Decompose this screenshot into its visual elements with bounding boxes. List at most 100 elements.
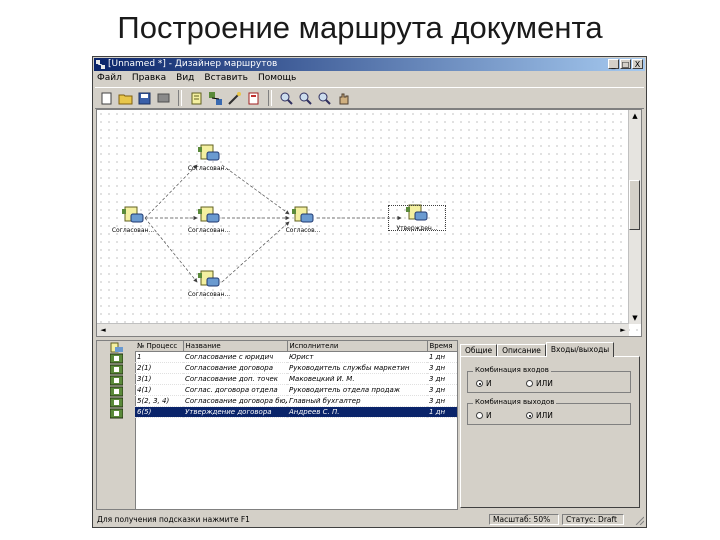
inputs-combination-group: Комбинация входов И ИЛИ	[467, 366, 631, 393]
radio-outputs-or[interactable]: ИЛИ	[526, 411, 553, 420]
cell-time: 1 дн	[427, 351, 457, 363]
cell-num: 2(1)	[135, 362, 183, 374]
menu-file[interactable]: Файл	[97, 72, 122, 84]
process-row-icon	[110, 364, 123, 375]
group-title: Комбинация входов	[473, 366, 551, 374]
scroll-thumb[interactable]	[629, 180, 640, 230]
process-row-icon	[110, 397, 123, 408]
diagram-node-selected[interactable]: Утвержден...	[387, 204, 447, 232]
cell-performer: Андреев С. П.	[287, 406, 427, 418]
properties-body: Комбинация входов И ИЛИ Комбинация выход…	[460, 356, 640, 508]
cell-time: 3 дн	[427, 362, 457, 374]
process-table: № Процесс Название Исполнители Время 1 С…	[135, 341, 457, 418]
cell-num: 1	[135, 351, 183, 363]
cell-name: Соглас. договора отдела	[183, 384, 287, 396]
process-node-icon	[406, 204, 428, 221]
title-bar[interactable]: [Unnamed *] - Дизайнер маршрутов _ □ X	[94, 58, 645, 71]
cell-performer: Маковецкий И. М.	[287, 373, 427, 385]
minimize-button[interactable]: _	[608, 59, 619, 69]
table-header-row: № Процесс Название Исполнители Время	[135, 341, 457, 352]
cell-time: 3 дн	[427, 373, 457, 385]
properties-icon[interactable]	[246, 91, 261, 106]
cell-name: Согласование договора бюджет	[183, 395, 287, 407]
route-designer-window: [Unnamed *] - Дизайнер маршрутов _ □ X Ф…	[92, 56, 647, 528]
column-header-performers[interactable]: Исполнители	[287, 341, 428, 352]
zoom-fit-icon[interactable]	[317, 91, 332, 106]
node-label: Утвержден...	[396, 225, 438, 232]
save-icon[interactable]	[137, 91, 152, 106]
radio-dot[interactable]	[476, 412, 483, 419]
column-header-time[interactable]: Время	[427, 341, 457, 352]
node-label: Согласован...	[111, 227, 155, 234]
scroll-right-icon[interactable]: ►	[617, 324, 629, 336]
slide-title: Построение маршрута документа	[117, 10, 603, 45]
scroll-down-icon[interactable]: ▼	[629, 312, 641, 324]
radio-inputs-or[interactable]: ИЛИ	[526, 379, 553, 388]
cell-performer: Руководитель отдела продаж	[287, 384, 427, 396]
scroll-left-icon[interactable]: ◄	[97, 324, 109, 336]
resize-grip-icon[interactable]	[634, 515, 644, 525]
cell-name: Согласование доп. точек	[183, 373, 287, 385]
cell-performer: Главный бухгалтер	[287, 395, 427, 407]
diagram-canvas[interactable]: Согласован... Согласован... Согласован..…	[96, 109, 642, 337]
canvas-horizontal-scrollbar[interactable]: ◄ ►	[97, 323, 629, 336]
menu-help[interactable]: Помощь	[258, 72, 296, 84]
flag-icon[interactable]	[156, 91, 171, 106]
status-scale: Масштаб: 50%	[489, 514, 559, 525]
radio-inputs-and[interactable]: И	[476, 379, 492, 388]
process-node-icon	[198, 270, 220, 287]
canvas-vertical-scrollbar[interactable]: ▲ ▼	[628, 110, 641, 324]
new-icon[interactable]	[99, 91, 114, 106]
diagram-node[interactable]: Согласован...	[179, 144, 239, 172]
process-node-icon	[292, 206, 314, 223]
column-header-num[interactable]: № Процесс	[135, 341, 184, 352]
table-row[interactable]: 2(1) Согласование договора Руководитель …	[135, 362, 457, 374]
maximize-button[interactable]: □	[620, 59, 631, 69]
document-icon[interactable]	[189, 91, 204, 106]
diagram-node[interactable]: Согласован...	[179, 206, 239, 234]
column-header-name[interactable]: Название	[183, 341, 288, 352]
cell-name: Утверждение договора	[183, 406, 287, 418]
zoom-in-icon[interactable]	[279, 91, 294, 106]
outputs-combination-group: Комбинация выходов И ИЛИ	[467, 398, 631, 425]
menu-insert[interactable]: Вставить	[204, 72, 248, 84]
group-title: Комбинация выходов	[473, 398, 557, 406]
process-row-icon	[110, 353, 123, 364]
status-bar: Для получения подсказки нажмите F1 Масшт…	[95, 514, 644, 526]
menu-bar: Файл Правка Вид Вставить Помощь	[95, 72, 644, 84]
radio-outputs-and[interactable]: И	[476, 411, 492, 420]
process-row-icon	[110, 408, 123, 419]
radio-dot[interactable]	[526, 380, 533, 387]
route-icon[interactable]	[208, 91, 223, 106]
table-row[interactable]: 4(1) Соглас. договора отдела Руководител…	[135, 384, 457, 396]
diagram-node[interactable]: Согласов...	[273, 206, 333, 234]
menu-edit[interactable]: Правка	[132, 72, 166, 84]
scroll-up-icon[interactable]: ▲	[629, 110, 641, 122]
radio-label: ИЛИ	[536, 411, 553, 420]
table-row[interactable]: 1 Согласование с юридич Юрист 1 дн	[135, 351, 457, 363]
diagram-node[interactable]: Согласован...	[103, 206, 163, 234]
node-label: Согласован...	[187, 291, 231, 298]
table-row[interactable]: 5(2, 3, 4) Согласование договора бюджет …	[135, 395, 457, 407]
diagram-node[interactable]: Согласован...	[179, 270, 239, 298]
cell-performer: Руководитель службы маркетин	[287, 362, 427, 374]
close-button[interactable]: X	[632, 59, 643, 69]
tab-inputs-outputs[interactable]: Входы/выходы	[545, 342, 615, 357]
wand-icon[interactable]	[227, 91, 242, 106]
radio-dot[interactable]	[476, 380, 483, 387]
hand-icon[interactable]	[336, 91, 351, 106]
cell-time: 3 дн	[427, 384, 457, 396]
radio-label: ИЛИ	[536, 379, 553, 388]
table-row[interactable]: 3(1) Согласование доп. точек Маковецкий …	[135, 373, 457, 385]
node-label: Согласован...	[187, 165, 231, 172]
process-table-panel: № Процесс Название Исполнители Время 1 С…	[96, 340, 458, 510]
zoom-out-icon[interactable]	[298, 91, 313, 106]
radio-dot[interactable]	[526, 412, 533, 419]
table-row-selected[interactable]: 6(5) Утверждение договора Андреев С. П. …	[135, 406, 457, 418]
process-node-icon	[198, 144, 220, 161]
toolbar-separator	[178, 90, 182, 106]
properties-tabs: Общие Описание Входы/выходы	[460, 342, 615, 357]
node-label: Согласован...	[187, 227, 231, 234]
open-folder-icon[interactable]	[118, 91, 133, 106]
menu-view[interactable]: Вид	[176, 72, 194, 84]
